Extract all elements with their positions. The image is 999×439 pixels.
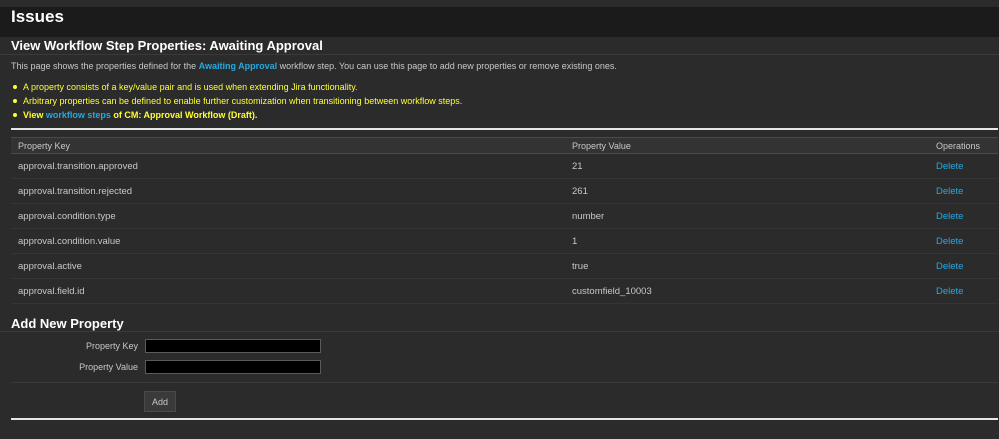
info-item-2: Arbitrary properties can be defined to e…	[12, 94, 463, 108]
page-description: This page shows the properties defined f…	[11, 61, 617, 71]
table-row: approval.transition.rejected 261 Delete	[11, 178, 998, 204]
property-key-label: Property Key	[85, 341, 138, 351]
property-value-cell: 1	[565, 228, 929, 254]
table-row: approval.condition.value 1 Delete	[11, 228, 998, 254]
property-key-input[interactable]	[145, 339, 321, 353]
top-strip	[0, 0, 999, 7]
property-value-label: Property Value	[79, 362, 138, 372]
bottom-divider	[11, 418, 998, 420]
column-header-value: Property Value	[565, 137, 929, 154]
info-item-3-prefix: View	[23, 110, 46, 120]
description-text-after: workflow step. You can use this page to …	[277, 61, 617, 71]
property-key-row: Property Key	[11, 339, 411, 355]
table-row: approval.active true Delete	[11, 253, 998, 279]
property-key-cell: approval.field.id	[11, 278, 565, 304]
workflow-steps-link[interactable]: workflow steps	[46, 110, 111, 120]
info-item-1-text: A property consists of a key/value pair …	[23, 82, 358, 92]
step-name-link[interactable]: Awaiting Approval	[199, 61, 278, 71]
property-value-cell: true	[565, 253, 929, 279]
property-value-cell: 21	[565, 153, 929, 179]
properties-table: Property Key Property Value Operations a…	[11, 137, 998, 304]
form-separator	[11, 382, 998, 383]
table-header-row: Property Key Property Value Operations	[11, 137, 998, 154]
property-key-cell: approval.condition.value	[11, 228, 565, 254]
info-item-3-suffix: of CM: Approval Workflow (Draft).	[110, 110, 258, 120]
app-header: Issues	[0, 7, 999, 37]
info-list: A property consists of a key/value pair …	[11, 80, 462, 122]
property-key-cell: approval.transition.rejected	[11, 178, 565, 204]
table-row: approval.field.id customfield_10003 Dele…	[11, 278, 998, 304]
property-key-cell: approval.active	[11, 253, 565, 279]
delete-link[interactable]: Delete	[936, 211, 963, 222]
info-item-3: View workflow steps of CM: Approval Work…	[12, 108, 462, 122]
property-value-input[interactable]	[145, 360, 321, 374]
page-heading: View Workflow Step Properties: Awaiting …	[0, 37, 999, 55]
property-value-cell: number	[565, 203, 929, 229]
property-key-cell: approval.condition.type	[11, 203, 565, 229]
delete-link[interactable]: Delete	[936, 186, 963, 197]
property-key-cell: approval.transition.approved	[11, 153, 565, 179]
property-value-row: Property Value	[11, 360, 411, 376]
info-item-1: A property consists of a key/value pair …	[12, 80, 462, 94]
section-divider	[11, 128, 998, 130]
app-title: Issues	[11, 7, 64, 26]
delete-link[interactable]: Delete	[936, 261, 963, 272]
page-title: View Workflow Step Properties: Awaiting …	[11, 38, 323, 53]
delete-link[interactable]: Delete	[936, 161, 963, 172]
column-header-key: Property Key	[11, 137, 565, 154]
add-property-heading: Add New Property	[0, 316, 999, 332]
column-header-operations: Operations	[929, 137, 998, 154]
delete-link[interactable]: Delete	[936, 236, 963, 247]
property-value-cell: 261	[565, 178, 929, 204]
description-text-before: This page shows the properties defined f…	[11, 61, 199, 71]
info-item-2-text: Arbitrary properties can be defined to e…	[23, 96, 463, 106]
property-value-cell: customfield_10003	[565, 278, 929, 304]
table-row: approval.transition.approved 21 Delete	[11, 153, 998, 179]
add-button[interactable]: Add	[144, 391, 176, 412]
delete-link[interactable]: Delete	[936, 286, 963, 297]
add-property-title: Add New Property	[11, 316, 124, 331]
table-row: approval.condition.type number Delete	[11, 203, 998, 229]
